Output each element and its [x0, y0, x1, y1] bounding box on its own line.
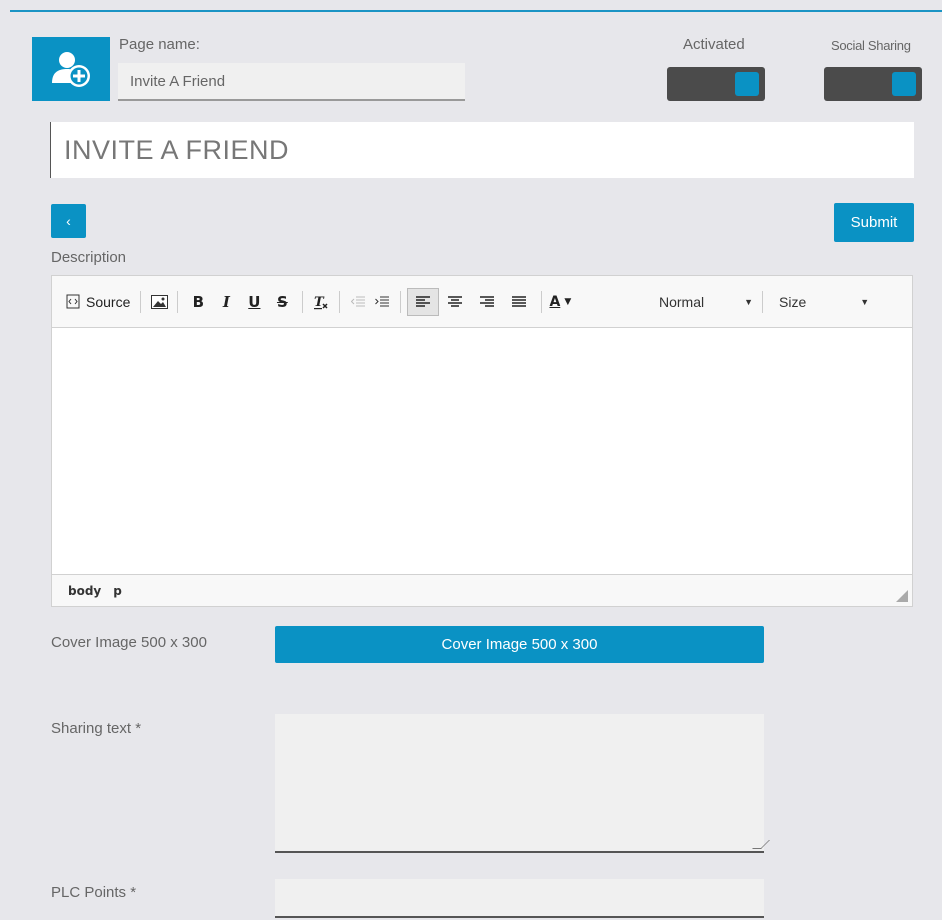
activated-toggle[interactable] [667, 67, 765, 101]
submit-button[interactable]: Submit [834, 203, 914, 242]
sharing-text-label: Sharing text * [51, 720, 142, 737]
align-right-icon[interactable] [471, 288, 503, 316]
font-color-button[interactable]: A ▼ [548, 288, 572, 316]
plc-points-field[interactable] [275, 879, 764, 918]
underline-button[interactable]: U [240, 288, 268, 316]
editor-toolbar: Source B I U S T A ▼ Normal ▼ Size ▼ [52, 276, 912, 328]
cover-image-button[interactable]: Cover Image 500 x 300 [275, 626, 764, 663]
resize-grip-icon[interactable] [896, 590, 908, 602]
remove-format-icon[interactable]: T [309, 288, 333, 316]
size-select[interactable]: Size ▼ [779, 294, 869, 310]
toolbar-separator [400, 290, 402, 313]
description-label: Description [51, 249, 127, 266]
path-item-body[interactable]: body [68, 584, 101, 598]
font-color-label: A [549, 293, 561, 310]
plc-points-label: PLC Points * [51, 884, 137, 901]
editor-element-path: body p [52, 574, 912, 606]
rich-text-editor: Source B I U S T A ▼ Normal ▼ Size ▼ bod… [51, 275, 913, 607]
outdent-icon[interactable] [346, 288, 370, 316]
page-name-input[interactable] [118, 63, 465, 101]
toolbar-separator [339, 290, 341, 313]
toolbar-separator [762, 291, 763, 313]
cover-image-label: Cover Image 500 x 300 [51, 634, 207, 651]
source-button[interactable]: Source [66, 288, 134, 316]
align-center-icon[interactable] [439, 288, 471, 316]
toolbar-separator [541, 290, 543, 313]
size-value: Size [779, 293, 807, 310]
top-accent-line [10, 10, 942, 12]
source-icon [66, 294, 80, 309]
path-item-p[interactable]: p [113, 584, 122, 598]
page-name-label: Page name: [119, 36, 200, 53]
format-select[interactable]: Normal ▼ [659, 294, 753, 310]
italic-button[interactable]: I [212, 288, 240, 316]
toolbar-separator [177, 290, 179, 313]
social-sharing-label: Social Sharing [831, 38, 911, 53]
page-title-input[interactable] [50, 122, 914, 178]
sharing-text-field[interactable] [275, 714, 764, 853]
toolbar-separator [140, 290, 142, 313]
toggle-knob [735, 72, 759, 96]
social-sharing-toggle[interactable] [824, 67, 922, 101]
editor-content-area[interactable] [52, 328, 912, 574]
toggle-knob [892, 72, 916, 96]
bold-button[interactable]: B [184, 288, 212, 316]
back-button[interactable]: ‹ [51, 204, 86, 238]
toolbar-separator [302, 290, 304, 313]
image-icon[interactable] [147, 288, 171, 316]
chevron-down-icon: ▼ [564, 296, 572, 307]
format-value: Normal [659, 293, 705, 310]
align-left-icon[interactable] [407, 287, 440, 316]
strikethrough-button[interactable]: S [268, 288, 296, 316]
indent-icon[interactable] [370, 288, 394, 316]
chevron-down-icon: ▼ [744, 296, 754, 307]
source-label: Source [86, 293, 131, 310]
add-user-icon [32, 37, 110, 101]
activated-label: Activated [683, 36, 745, 53]
chevron-down-icon: ▼ [860, 296, 870, 307]
align-justify-icon[interactable] [503, 288, 535, 316]
